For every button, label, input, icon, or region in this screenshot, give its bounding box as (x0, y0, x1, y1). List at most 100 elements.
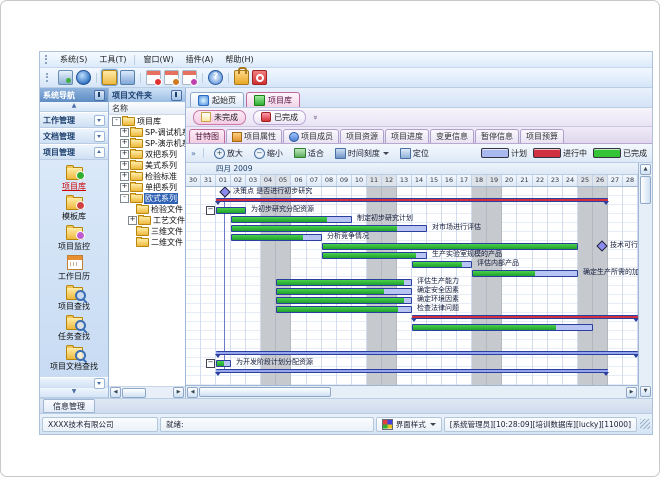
tree-node[interactable]: -欧式系列 (109, 193, 185, 204)
tree-node[interactable]: +SP-调试机系 (109, 127, 185, 138)
expand-icon[interactable]: + (120, 172, 129, 181)
gantt-task-bar[interactable] (472, 270, 578, 277)
tree-node[interactable]: +工艺文件 (109, 215, 185, 226)
chevron-down-icon[interactable] (94, 115, 105, 126)
sidebar-item[interactable]: 项目库 (40, 163, 108, 193)
sidebar-group-header[interactable]: 工作管理 (40, 112, 108, 128)
gantt-task-bar[interactable] (276, 279, 412, 286)
scroll-down-icon[interactable]: ▼ (640, 386, 651, 397)
sidebar-group-header[interactable]: 文档管理 (40, 128, 108, 144)
menu-item[interactable]: 工具(T) (93, 53, 132, 66)
scroll-right-icon[interactable]: ▶ (626, 387, 637, 398)
filter-pill[interactable]: 未完成 (193, 110, 246, 125)
expand-icon[interactable]: + (120, 128, 129, 137)
gantt-horizontal-scrollbar[interactable]: ◀ ▶ (186, 385, 638, 398)
tree-node[interactable]: 三维文件 (109, 226, 185, 237)
help-icon[interactable] (208, 70, 223, 85)
doc-tab[interactable]: 项目库 (246, 92, 300, 107)
more-filters-chevron[interactable]: » (311, 115, 320, 120)
gantt-summary-bar[interactable] (216, 369, 608, 373)
gantt-task-bar[interactable] (216, 207, 246, 214)
open-folder-icon[interactable] (102, 70, 117, 85)
gantt-task-bar[interactable] (412, 324, 593, 331)
tree-node[interactable]: +检验标准 (109, 171, 185, 182)
expand-icon[interactable]: + (120, 161, 129, 170)
desktop-icon[interactable] (58, 70, 73, 85)
locate-button[interactable]: 定位 (397, 147, 432, 160)
calendar-new-icon[interactable] (146, 70, 161, 85)
view-tab[interactable]: 项目成员 (283, 129, 339, 143)
gantt-task-bar[interactable] (231, 225, 427, 232)
collapse-icon[interactable]: − (206, 359, 215, 368)
menu-item[interactable]: 插件(A) (180, 53, 220, 66)
collapse-icon[interactable]: - (120, 194, 129, 203)
sidebar-item[interactable]: 任务查找 (40, 313, 108, 343)
tree-horizontal-scrollbar[interactable]: ◀ ▶ (109, 386, 185, 398)
tree-node[interactable]: +美式系列 (109, 160, 185, 171)
view-tab[interactable]: 暂停信息 (475, 129, 519, 143)
gantt-vertical-scrollbar[interactable]: ▲ ▼ (638, 163, 652, 398)
gantt-task-bar[interactable] (322, 243, 578, 250)
calendar-edit-icon[interactable] (164, 70, 179, 85)
sidebar-item[interactable]: 项目监控 (40, 223, 108, 253)
gantt-summary-bar[interactable] (216, 351, 638, 355)
gantt-task-bar[interactable] (276, 306, 412, 313)
pin-icon[interactable] (171, 90, 182, 101)
chevron-down-icon[interactable] (94, 131, 105, 142)
calendar-delete-icon[interactable] (182, 70, 197, 85)
gantt-summary-bar[interactable] (412, 315, 638, 319)
sidebar-item[interactable]: 项目查找 (40, 283, 108, 313)
expand-icon[interactable]: + (128, 216, 137, 225)
scroll-left-icon[interactable]: ◀ (110, 387, 121, 398)
resize-grip[interactable] (640, 419, 650, 429)
gantt-tool-button[interactable]: 时间刻度 (332, 147, 392, 160)
scroll-up-icon[interactable]: ▲ (640, 164, 651, 175)
expand-icon[interactable]: + (120, 183, 129, 192)
sidebar-collapsed-group[interactable] (40, 377, 108, 388)
toolbar-overflow-chevron[interactable]: » (191, 149, 196, 158)
gantt-summary-bar[interactable] (216, 198, 608, 202)
tree-node[interactable]: -项目库 (109, 116, 185, 127)
view-tab[interactable]: 甘特图 (189, 129, 225, 143)
tree-node[interactable]: +单把系列 (109, 182, 185, 193)
collapse-icon[interactable]: - (112, 117, 121, 126)
collapse-icon[interactable]: − (206, 206, 215, 215)
tree-node[interactable]: 检验文件 (109, 204, 185, 215)
gantt-task-bar[interactable] (276, 297, 412, 304)
tree-node[interactable]: +双把系列 (109, 149, 185, 160)
sidebar-item[interactable]: 模板库 (40, 193, 108, 223)
chevron-up-icon[interactable] (94, 147, 105, 158)
window-folder-icon[interactable] (120, 70, 135, 85)
gantt-task-bar[interactable] (231, 216, 352, 223)
doc-tab[interactable]: 起始页 (190, 92, 244, 107)
tree-node[interactable]: +SP-演示机系 (109, 138, 185, 149)
lock-icon[interactable] (234, 70, 249, 85)
sidebar-group-header[interactable]: 项目管理 (40, 144, 108, 160)
scrollbar-thumb[interactable] (199, 387, 331, 397)
gantt-task-bar[interactable] (412, 261, 472, 268)
exit-icon[interactable] (252, 70, 267, 85)
scrollbar-thumb[interactable] (640, 176, 651, 204)
gantt-tool-button[interactable]: 适合 (291, 147, 327, 160)
scroll-left-icon[interactable]: ◀ (187, 387, 198, 398)
gantt-task-bar[interactable] (216, 360, 231, 367)
scrollbar-thumb[interactable] (122, 388, 146, 398)
view-tab[interactable]: 项目资源 (340, 129, 384, 143)
pin-icon[interactable] (94, 90, 105, 101)
menu-item[interactable]: 帮助(H) (219, 53, 259, 66)
sidebar-scroll-down[interactable]: ▼ (40, 388, 108, 398)
menubar-drag-handle[interactable] (45, 55, 50, 64)
expand-icon[interactable]: + (120, 139, 129, 148)
sidebar-item[interactable]: 项目文档查找 (40, 343, 108, 373)
toolbar-drag-handle[interactable] (46, 73, 51, 82)
view-tab[interactable]: 项目进度 (385, 129, 429, 143)
sidebar-scroll-up[interactable]: ▲ (40, 102, 108, 112)
gantt-task-bar[interactable] (276, 288, 412, 295)
gantt-task-bar[interactable] (322, 252, 427, 259)
sidebar-item[interactable]: 工作日历 (40, 253, 108, 283)
filter-pill[interactable]: 已完成 (253, 110, 306, 125)
view-tab[interactable]: 项目预算 (520, 129, 564, 143)
menu-item[interactable]: 窗口(W) (137, 53, 179, 66)
tree-node[interactable]: 二维文件 (109, 237, 185, 248)
interface-style-dropdown[interactable]: 界面样式 (376, 417, 442, 432)
